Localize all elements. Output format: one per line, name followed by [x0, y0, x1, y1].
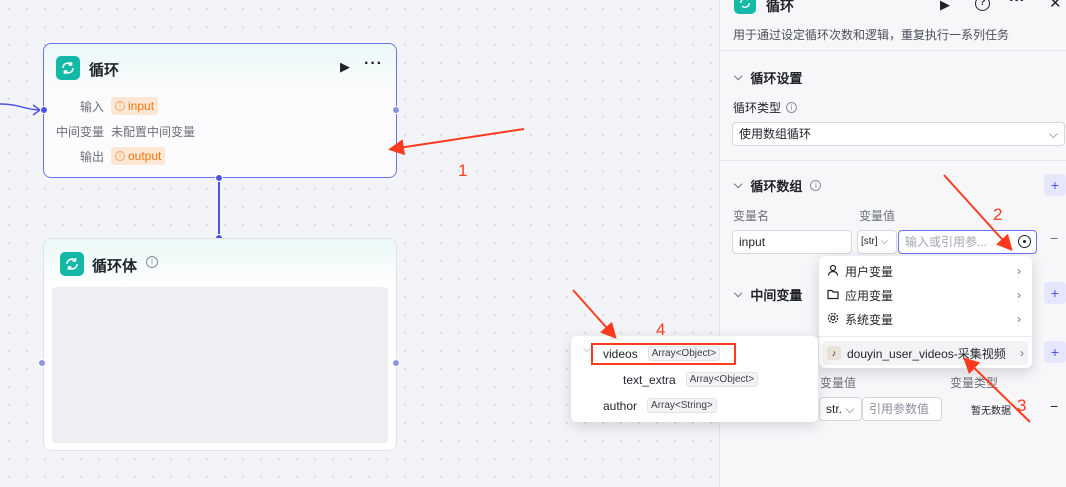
annotation-4: 4 [656, 320, 666, 339]
loop-icon [60, 252, 84, 276]
output-col-type-label: 变量类型 [950, 376, 999, 390]
add-output-button[interactable]: + [1044, 341, 1066, 363]
info-icon: i [786, 102, 798, 113]
menu-item-source-node[interactable]: ♪ douyin_user_videos-采集视频 › [823, 341, 1028, 365]
menu-item-user-vars[interactable]: 用户变量 › [827, 260, 1025, 282]
loop-output-port-right[interactable] [392, 106, 400, 114]
add-mid-var-button[interactable]: + [1044, 282, 1066, 304]
reference-menu: 用户变量 › 应用变量 › 系统变量 › ♪ douyin_user_videos-采… [819, 256, 1032, 368]
remove-icon[interactable]: − [1050, 230, 1058, 246]
col-name-label: 变量名 [733, 209, 770, 223]
loop-type-select[interactable]: 使用数组循环 ⌵ [732, 122, 1065, 146]
annotation-3: 3 [1017, 396, 1027, 415]
chevron-right-icon: › [1017, 288, 1021, 302]
info-icon: i [146, 256, 158, 268]
output-type-select[interactable]: str. ⌵ [819, 397, 862, 421]
array-type-select[interactable]: [str] ⌵ [857, 230, 897, 254]
menu-item-system-vars[interactable]: 系统变量 › [827, 308, 1025, 330]
field-popup: ⌵ videos Array<Object> text_extra Array<Ob… [571, 336, 818, 422]
loop-node[interactable]: 循环 ▶ ··· 输入 ! input 中间变量 未配置中间变量 输出 ! outp… [43, 43, 397, 178]
loop-body-title: 循环体 [92, 258, 138, 275]
remove-icon[interactable]: − [1050, 398, 1058, 414]
loop-input-port[interactable] [40, 106, 48, 114]
gear-icon [827, 312, 839, 327]
chevron-down-icon: ⌵ [1048, 127, 1058, 141]
mid-vars-header[interactable]: ⌵ 中间变量 [734, 285, 802, 304]
col-value-label: 变量值 [859, 209, 896, 223]
field-author[interactable]: author Array<String> [603, 398, 717, 413]
panel-description: 用于通过设定循环次数和逻辑，重复执行一系列任务 [733, 28, 1010, 42]
mid-var-value: 未配置中间变量 [111, 125, 196, 139]
loop-body-right-port[interactable] [392, 359, 400, 367]
more-icon[interactable]: ··· [364, 55, 383, 73]
field-text-extra[interactable]: text_extra Array<Object> [623, 372, 759, 387]
loop-array-header[interactable]: ⌵ 循环数组 i [734, 176, 822, 195]
chevron-down-icon[interactable]: ⌵ [583, 344, 591, 355]
info-icon: ! [115, 101, 125, 111]
user-icon [827, 264, 839, 279]
output-col-value-label: 变量值 [820, 376, 857, 390]
chevron-down-icon: ⌵ [734, 288, 743, 300]
help-icon[interactable]: ? [975, 0, 990, 11]
chevron-down-icon: ⌵ [734, 179, 743, 191]
mid-var-label: 中间变量 [56, 125, 105, 139]
folder-icon [827, 288, 839, 303]
output-value-input[interactable]: 引用参数值 [862, 397, 942, 421]
close-icon[interactable]: ✕ [1049, 0, 1062, 12]
loop-settings-header[interactable]: ⌵ 循环设置 [734, 68, 802, 87]
loop-body-canvas[interactable] [52, 287, 388, 443]
loop-node-title: 循环 [89, 62, 120, 79]
loop-icon [734, 0, 756, 14]
loop-body-node[interactable]: 循环体 i [43, 238, 397, 451]
annotation-1: 1 [458, 161, 468, 180]
run-icon[interactable]: ▶ [940, 0, 950, 13]
input-tag: ! input [111, 97, 159, 115]
add-array-button[interactable]: + [1044, 174, 1066, 196]
loop-bottom-port[interactable] [215, 174, 223, 182]
annotation-2: 2 [993, 205, 1003, 224]
douyin-icon: ♪ [827, 346, 841, 360]
more-icon[interactable]: ··· [1009, 0, 1025, 10]
loop-icon [56, 56, 80, 80]
info-icon: i [810, 180, 822, 191]
array-value-input[interactable]: 输入或引用参... [898, 230, 1037, 254]
chevron-right-icon: › [1017, 312, 1021, 326]
array-name-input[interactable]: input [732, 230, 852, 254]
reference-icon[interactable] [1018, 235, 1031, 248]
chevron-right-icon: › [1020, 346, 1024, 360]
chevron-right-icon: › [1017, 264, 1021, 278]
chevron-down-icon: ⌵ [734, 71, 743, 83]
info-icon: ! [115, 151, 125, 161]
panel-title: 循环 [766, 0, 794, 14]
loop-type-label: 循环类型 [733, 101, 782, 115]
no-data-text: 暂无数据 [971, 406, 1011, 417]
output-label: 输出 [79, 149, 104, 164]
menu-item-app-vars[interactable]: 应用变量 › [827, 284, 1025, 306]
loop-body-left-port[interactable] [38, 359, 46, 367]
input-label: 输入 [79, 99, 104, 114]
output-tag: ! output [111, 147, 166, 165]
run-icon[interactable]: ▶ [340, 59, 350, 75]
field-videos[interactable]: videos Array<Object> [603, 346, 721, 361]
